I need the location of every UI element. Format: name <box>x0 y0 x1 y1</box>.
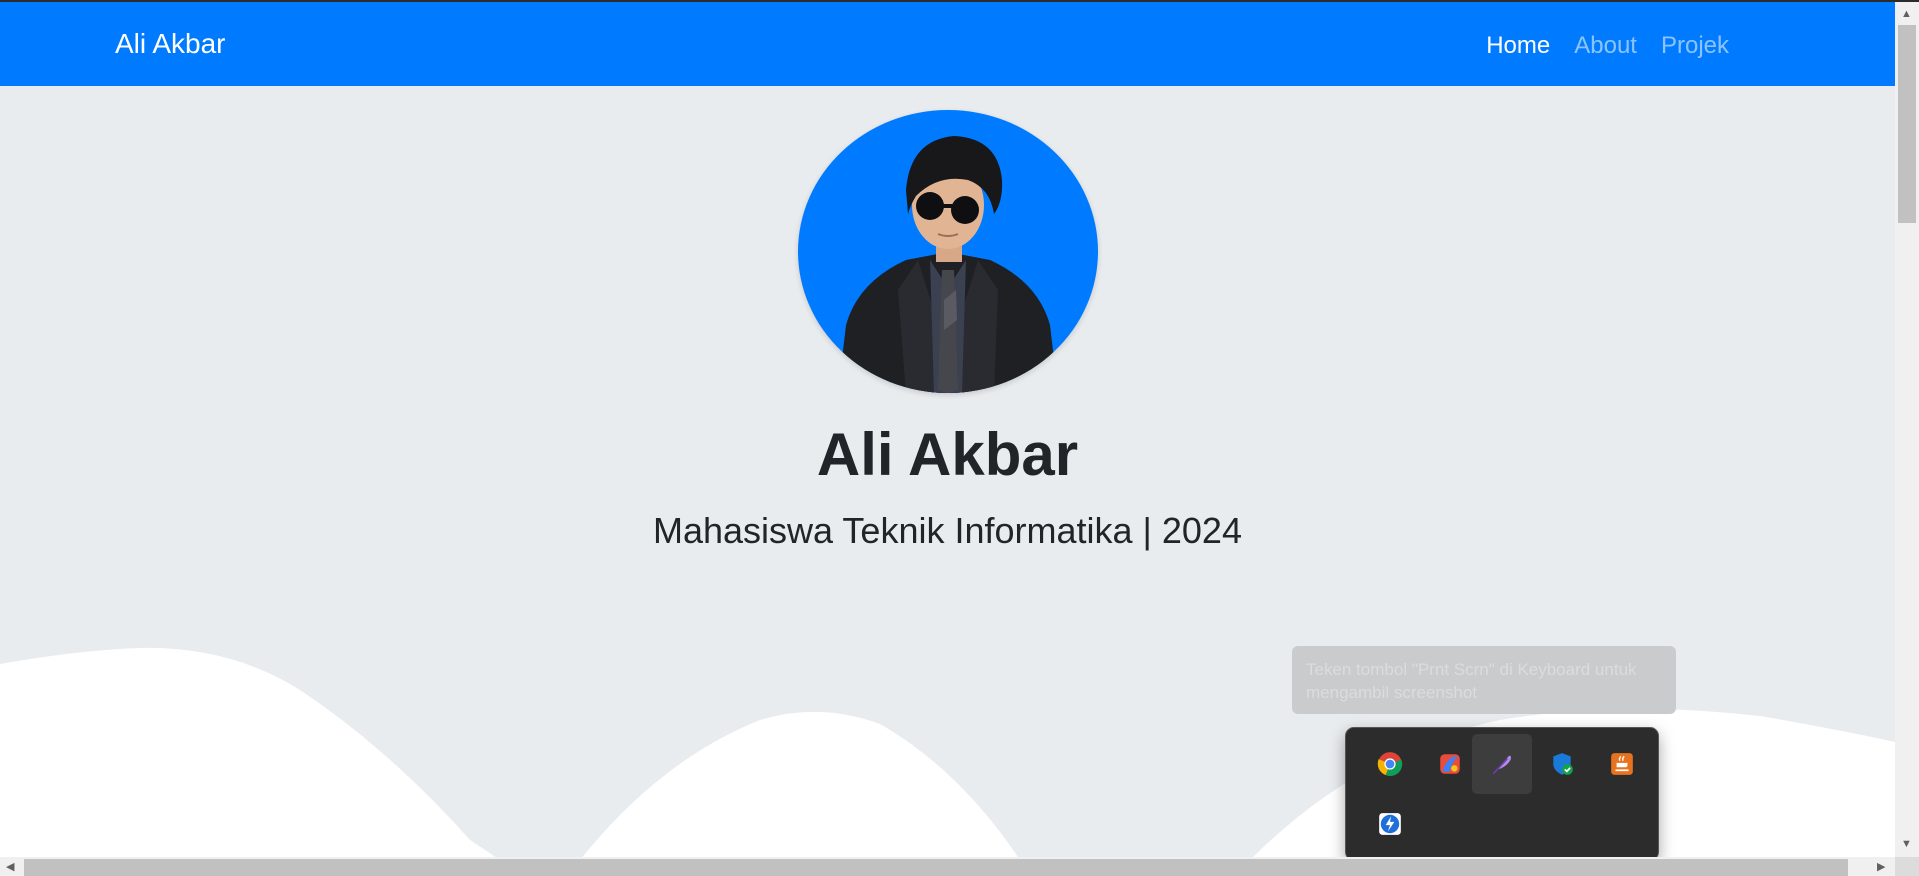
navbar: Ali Akbar Home About Projek <box>0 2 1895 86</box>
hero-subtitle: Mahasiswa Teknik Informatika | 2024 <box>653 510 1242 551</box>
hero-name: Ali Akbar <box>816 421 1079 488</box>
screenshot-tooltip: Teken tombol "Prnt Scrn" di Keyboard unt… <box>1292 646 1676 714</box>
navbar-brand[interactable]: Ali Akbar <box>115 28 226 60</box>
feather-icon[interactable] <box>1472 734 1532 794</box>
scroll-left-arrow-icon[interactable]: ◀ <box>6 861 14 873</box>
page-content: Ali Akbar Home About Projek Ali Akbar Ma… <box>0 0 1895 857</box>
chrome-icon[interactable] <box>1360 734 1420 794</box>
scroll-up-arrow-icon[interactable]: ▲ <box>1901 8 1912 20</box>
nav-projek[interactable]: Projek <box>1661 32 1729 60</box>
scroll-down-arrow-icon[interactable]: ▼ <box>1901 838 1912 850</box>
horizontal-scroll-thumb[interactable] <box>24 859 1848 876</box>
scrollbar-corner <box>1895 857 1919 876</box>
vertical-scroll-thumb[interactable] <box>1898 25 1916 223</box>
window-top-border <box>0 0 1919 2</box>
java-icon[interactable] <box>1592 734 1652 794</box>
nav-home[interactable]: Home <box>1486 32 1550 60</box>
tray-overflow-panel <box>1345 727 1659 857</box>
profile-avatar <box>798 110 1098 393</box>
color-app-icon[interactable] <box>1420 734 1480 794</box>
nav-links: Home About Projek <box>1486 32 1729 60</box>
person-photo-icon <box>838 136 1058 393</box>
security-shield-icon[interactable] <box>1532 734 1592 794</box>
lightning-app-icon[interactable] <box>1360 794 1420 854</box>
nav-about[interactable]: About <box>1574 32 1637 60</box>
scroll-right-arrow-icon[interactable]: ▶ <box>1877 861 1885 873</box>
